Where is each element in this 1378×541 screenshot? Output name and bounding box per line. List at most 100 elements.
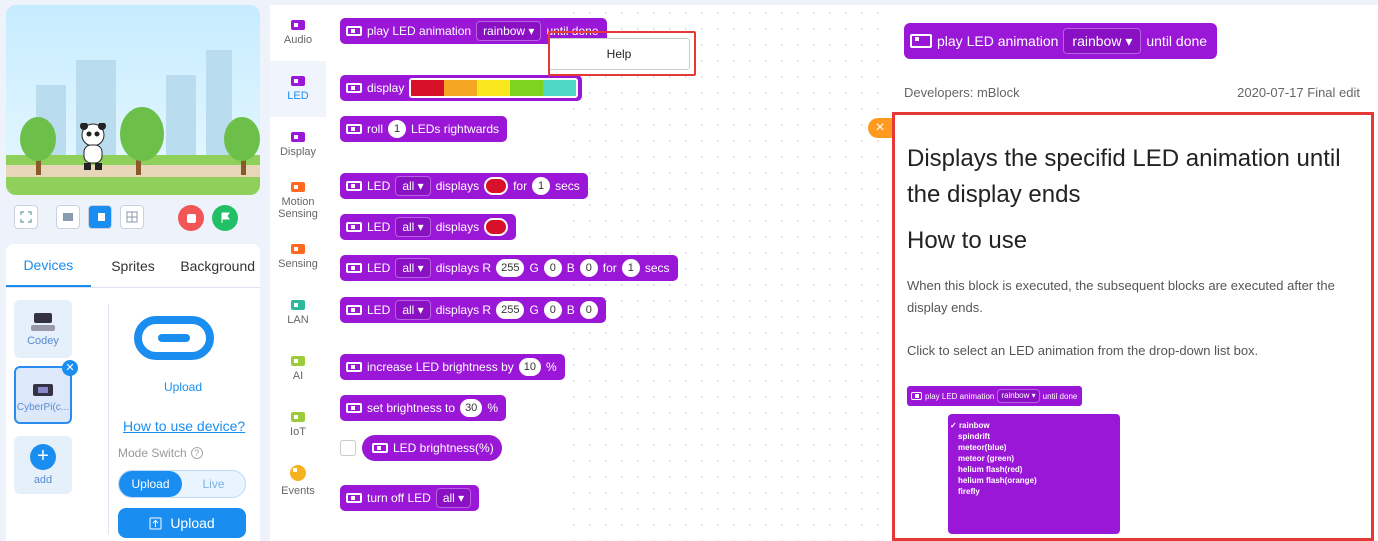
category-display[interactable]: Display bbox=[270, 117, 326, 173]
led-select-dropdown[interactable]: all ▾ bbox=[395, 300, 431, 320]
block-roll[interactable]: roll 1 LEDs rightwards bbox=[340, 116, 508, 142]
roll-input[interactable]: 1 bbox=[388, 120, 407, 138]
go-button[interactable] bbox=[212, 205, 238, 231]
plus-icon: + bbox=[30, 444, 56, 470]
category-icon bbox=[291, 132, 305, 142]
tab-background[interactable]: Background bbox=[175, 244, 260, 287]
category-motion-sensing[interactable]: Motion Sensing bbox=[270, 173, 326, 229]
led-color-cell[interactable] bbox=[411, 80, 445, 96]
led-icon bbox=[346, 263, 362, 273]
block-led-displays-color-for[interactable]: LED all ▾ displays for 1 secs bbox=[340, 173, 588, 199]
led-color-cell[interactable] bbox=[477, 80, 511, 96]
large-stage-icon[interactable] bbox=[88, 205, 112, 229]
add-device-button[interactable]: + add bbox=[14, 436, 72, 494]
animation-option: helium flash(orange) bbox=[958, 476, 1037, 485]
help-mini-block: play LED animation rainbow ▾ until done bbox=[907, 386, 1083, 406]
led-color-cell[interactable] bbox=[543, 80, 577, 96]
led-color-cell[interactable] bbox=[444, 80, 478, 96]
category-iot[interactable]: IoT bbox=[270, 397, 326, 453]
small-stage-icon[interactable] bbox=[56, 205, 80, 229]
led-color-cell[interactable] bbox=[510, 80, 544, 96]
led-select-dropdown[interactable]: all ▾ bbox=[395, 217, 431, 237]
g-input[interactable]: 0 bbox=[543, 259, 562, 277]
help-paragraph-1: When this block is executed, the subsequ… bbox=[907, 278, 1335, 315]
block-display[interactable]: display bbox=[340, 75, 583, 101]
animation-option: meteor (green) bbox=[958, 454, 1015, 463]
category-icon bbox=[291, 356, 305, 366]
secs-input[interactable]: 1 bbox=[621, 259, 640, 277]
block-led-displays-rgb[interactable]: LED all ▾ displays R 255 G 0 B 0 bbox=[340, 297, 606, 323]
category-ai[interactable]: AI bbox=[270, 341, 326, 397]
edit-date: 2020-07-17 Final edit bbox=[1237, 85, 1360, 100]
animation-dropdown[interactable]: rainbow ▾ bbox=[476, 21, 542, 41]
connect-icon bbox=[134, 316, 214, 360]
how-to-use-link[interactable]: How to use device? bbox=[123, 418, 245, 434]
color-picker[interactable] bbox=[484, 218, 509, 236]
codey-icon bbox=[31, 313, 55, 331]
category-sensing[interactable]: Sensing bbox=[270, 229, 326, 285]
brightness-delta-input[interactable]: 10 bbox=[518, 358, 541, 376]
mode-live[interactable]: Live bbox=[182, 471, 245, 497]
animation-options-list: ✓ rainbow spindrift meteor(blue) meteor (gr… bbox=[948, 414, 1120, 534]
color-strip[interactable] bbox=[409, 78, 579, 98]
category-list: Audio LED Display Motion Sensing Sensing LAN A… bbox=[270, 5, 326, 541]
check-icon: ✓ bbox=[950, 421, 959, 430]
device-codey[interactable]: Codey bbox=[14, 300, 72, 358]
help-paragraph-2: Click to select an LED animation from th… bbox=[907, 343, 1259, 358]
category-icon bbox=[291, 300, 305, 310]
brightness-input[interactable]: 30 bbox=[460, 399, 483, 417]
animation-option: meteor(blue) bbox=[958, 443, 1007, 452]
block-led-displays-rgb-for[interactable]: LED all ▾ displays R 255 G 0 B 0 for 1 secs bbox=[340, 255, 678, 281]
animation-option: helium flash(red) bbox=[958, 465, 1023, 474]
category-icon bbox=[290, 465, 306, 481]
block-led-brightness-reporter[interactable]: LED brightness(%) bbox=[362, 435, 502, 461]
led-select-dropdown[interactable]: all ▾ bbox=[435, 488, 472, 508]
close-icon[interactable]: × bbox=[868, 118, 892, 138]
led-icon bbox=[346, 181, 362, 191]
category-icon bbox=[291, 20, 305, 30]
block-led-displays-color[interactable]: LED all ▾ displays bbox=[340, 214, 517, 240]
secs-input[interactable]: 1 bbox=[532, 177, 551, 195]
mode-upload[interactable]: Upload bbox=[119, 471, 182, 497]
upload-button[interactable]: Upload bbox=[118, 508, 246, 538]
category-events[interactable]: Events bbox=[270, 453, 326, 509]
led-icon bbox=[910, 34, 932, 48]
help-icon[interactable]: ? bbox=[190, 447, 203, 459]
stop-button[interactable] bbox=[178, 205, 204, 231]
category-audio[interactable]: Audio bbox=[270, 5, 326, 61]
category-icon bbox=[291, 412, 305, 422]
block-set-brightness[interactable]: set brightness to 30% bbox=[340, 395, 506, 421]
led-select-dropdown[interactable]: all ▾ bbox=[395, 258, 431, 278]
help-block-preview: play LED animation rainbow ▾ until done bbox=[904, 23, 1218, 59]
block-increase-brightness[interactable]: increase LED brightness by 10% bbox=[340, 354, 565, 380]
fullscreen-icon[interactable] bbox=[14, 205, 38, 229]
animation-option: firefly bbox=[958, 487, 980, 496]
device-cyberpi[interactable]: CyberPi(c... ✕ bbox=[14, 360, 78, 424]
tab-sprites[interactable]: Sprites bbox=[91, 244, 176, 287]
tab-devices[interactable]: Devices bbox=[6, 244, 91, 287]
r-input[interactable]: 255 bbox=[496, 301, 525, 319]
led-icon bbox=[346, 305, 362, 315]
category-lan[interactable]: LAN bbox=[270, 285, 326, 341]
b-input[interactable]: 0 bbox=[579, 301, 598, 319]
b-input[interactable]: 0 bbox=[579, 259, 598, 277]
remove-device-icon[interactable]: ✕ bbox=[62, 360, 78, 376]
mode-toggle[interactable]: Upload Live bbox=[118, 470, 246, 498]
block-turn-off-led[interactable]: turn off LED all ▾ bbox=[340, 485, 480, 511]
how-to-use-heading: How to use bbox=[907, 227, 1028, 254]
led-icon bbox=[346, 362, 362, 372]
g-input[interactable]: 0 bbox=[543, 301, 562, 319]
brightness-monitor-checkbox[interactable] bbox=[340, 440, 356, 456]
stage-canvas[interactable] bbox=[6, 5, 260, 195]
panda-sprite[interactable] bbox=[78, 123, 108, 171]
category-icon bbox=[291, 244, 305, 254]
r-input[interactable]: 255 bbox=[496, 259, 525, 277]
led-icon bbox=[346, 222, 362, 232]
led-icon bbox=[346, 493, 362, 503]
led-icon bbox=[346, 124, 362, 134]
highlight-box bbox=[548, 31, 696, 76]
color-picker[interactable] bbox=[484, 177, 509, 195]
grid-icon[interactable] bbox=[120, 205, 144, 229]
led-select-dropdown[interactable]: all ▾ bbox=[395, 176, 431, 196]
category-led[interactable]: LED bbox=[270, 61, 326, 117]
